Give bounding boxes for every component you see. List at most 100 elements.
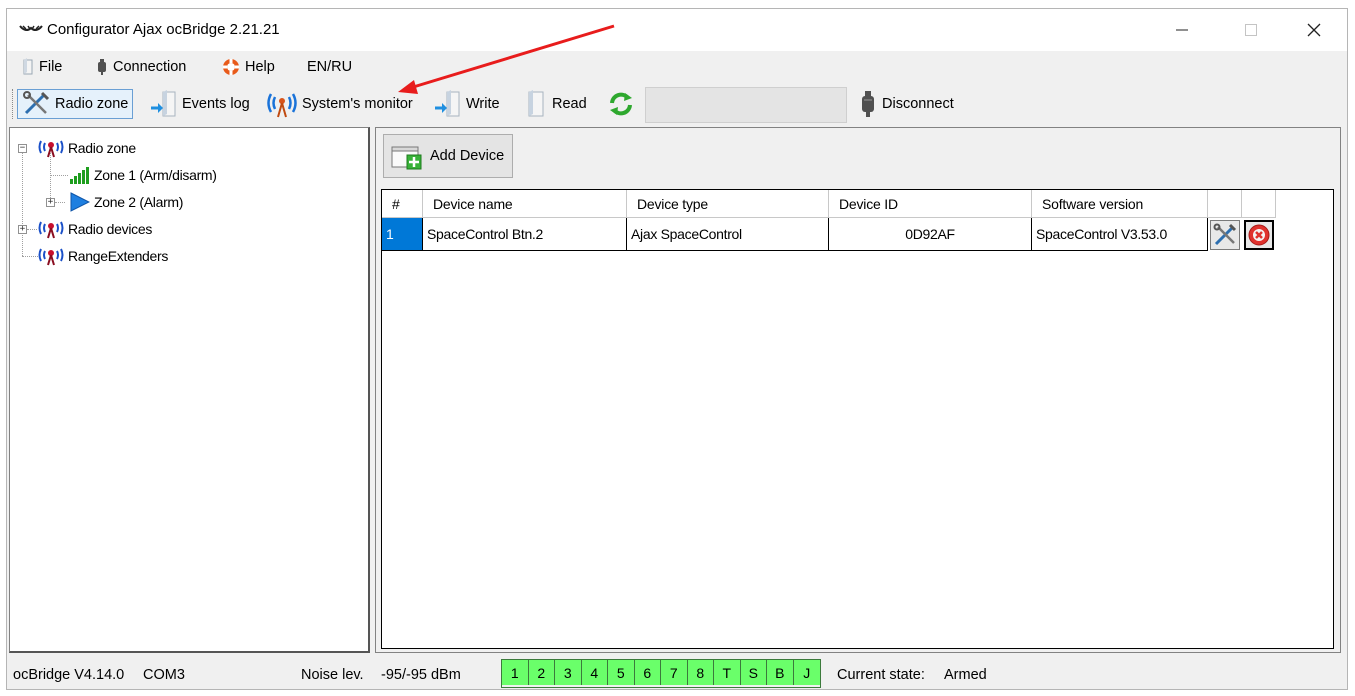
column-header-device-id[interactable]: Device ID: [829, 190, 1032, 218]
tree-node-zone-1[interactable]: Zone 1 (Arm/disarm): [68, 165, 217, 185]
radio-zone-button[interactable]: Radio zone: [17, 89, 134, 119]
bridge-version: ocBridge V4.14.0: [13, 667, 125, 683]
indicator-cell: 4: [581, 660, 608, 685]
signal-bars-icon: [70, 167, 89, 184]
tree-connector: [50, 175, 68, 176]
document-write-icon: [435, 90, 460, 117]
device-tree[interactable]: − Radio zone Zone 1 (Arm/disarm) + Zone …: [9, 127, 370, 653]
column-header-number[interactable]: #: [382, 190, 423, 218]
add-device-label: Add Device: [430, 148, 505, 164]
tree-label: Radio zone: [68, 140, 136, 156]
delete-device-button[interactable]: [1244, 220, 1274, 250]
tree-connector: [27, 229, 37, 230]
add-device-button[interactable]: Add Device: [383, 134, 513, 178]
indicator-cell: S: [740, 660, 767, 685]
expand-toggle[interactable]: +: [46, 198, 55, 207]
disconnect-button[interactable]: Disconnect: [857, 89, 954, 119]
indicator-cell: 7: [661, 660, 688, 685]
maximize-button[interactable]: [1228, 13, 1274, 47]
device-settings-button[interactable]: [1210, 220, 1240, 250]
tree-connector: [22, 149, 23, 256]
indicator-cell: 2: [528, 660, 555, 685]
menu-connection[interactable]: Connection: [95, 57, 186, 77]
plug-icon: [862, 91, 874, 117]
tree-label: Zone 1 (Arm/disarm): [94, 167, 217, 183]
menu-language[interactable]: EN/RU: [307, 57, 352, 77]
systems-monitor-button[interactable]: System's monitor: [265, 89, 413, 119]
app-window: Configurator Ajax ocBridge 2.21.21 File …: [6, 8, 1348, 690]
tree-node-zone-2[interactable]: Zone 2 (Alarm): [68, 192, 183, 212]
close-button[interactable]: [1291, 13, 1337, 47]
document-read-icon: [528, 90, 544, 117]
devices-panel: Add Device # Device name Device type Dev…: [375, 127, 1341, 653]
tree-label: RangeExtenders: [68, 248, 169, 264]
zone-indicators: 1 2 3 4 5 6 7 8 T S B J: [501, 659, 821, 688]
read-label: Read: [552, 96, 587, 112]
tree-connector: [55, 202, 65, 203]
disconnect-label: Disconnect: [882, 96, 954, 112]
refresh-icon: [610, 92, 632, 116]
toolbar-grip[interactable]: [12, 89, 15, 119]
column-header-software-version[interactable]: Software version: [1032, 190, 1208, 218]
table-cell-device-id[interactable]: 0D92AF: [829, 218, 1032, 251]
maximize-icon: [1245, 24, 1257, 36]
collapse-toggle[interactable]: −: [18, 144, 27, 153]
indicator-cell: 6: [634, 660, 661, 685]
play-triangle-icon: [70, 192, 90, 212]
toolbar-status-field: [645, 87, 847, 123]
indicator-cell: T: [714, 660, 741, 685]
indicator-cell: 3: [555, 660, 582, 685]
tree-label: Radio devices: [68, 221, 153, 237]
column-header-device-name[interactable]: Device name: [423, 190, 627, 218]
tools-icon: [1213, 223, 1237, 246]
add-window-icon: [391, 146, 422, 170]
indicator-cell: 5: [608, 660, 635, 685]
column-header-action: [1242, 190, 1276, 218]
delete-icon: [1248, 224, 1270, 246]
tree-label: Zone 2 (Alarm): [94, 194, 184, 210]
events-log-label: Events log: [182, 96, 250, 112]
plug-icon: [98, 59, 106, 75]
menu-help[interactable]: Help: [221, 57, 275, 77]
tree-node-radio-zone[interactable]: Radio zone: [38, 138, 136, 158]
table-cell-software-version[interactable]: SpaceControl V3.53.0: [1032, 218, 1208, 251]
indicator-cell: J: [793, 660, 820, 685]
radio-zone-label: Radio zone: [55, 96, 129, 112]
minimize-button[interactable]: [1159, 13, 1205, 47]
menu-file-label: File: [39, 59, 63, 75]
tree-node-radio-devices[interactable]: Radio devices: [38, 219, 152, 239]
events-log-button[interactable]: Events log: [149, 89, 250, 119]
title-bar: Configurator Ajax ocBridge 2.21.21: [7, 9, 1347, 51]
table-cell-device-type[interactable]: Ajax SpaceControl: [627, 218, 829, 251]
column-header-action: [1208, 190, 1242, 218]
document-import-icon: [151, 90, 176, 117]
refresh-button[interactable]: [607, 89, 635, 119]
indicator-cell: B: [767, 660, 794, 685]
menu-file[interactable]: File: [21, 57, 62, 77]
radio-devices-icon: [38, 221, 64, 239]
state-value: Armed: [944, 667, 987, 683]
minimize-icon: [1176, 29, 1188, 31]
menu-bar: File Connection Help EN/RU: [7, 51, 1347, 81]
antenna-icon: [267, 93, 297, 118]
lifebuoy-icon: [223, 59, 239, 75]
systems-monitor-label: System's monitor: [302, 96, 413, 112]
table-cell-number[interactable]: 1: [382, 218, 423, 251]
tree-connector: [50, 153, 51, 202]
file-icon: [23, 58, 33, 75]
tools-icon: [23, 91, 50, 115]
com-port: COM3: [143, 667, 185, 683]
write-label: Write: [466, 96, 500, 112]
read-button[interactable]: Read: [523, 89, 587, 119]
menu-language-label: EN/RU: [307, 59, 353, 75]
column-header-device-type[interactable]: Device type: [627, 190, 829, 218]
table-cell-device-name[interactable]: SpaceControl Btn.2: [423, 218, 627, 251]
app-logo-icon: [19, 25, 43, 32]
menu-connection-label: Connection: [113, 59, 187, 75]
tree-connector: [22, 256, 38, 257]
window-title: Configurator Ajax ocBridge 2.21.21: [47, 21, 280, 38]
write-button[interactable]: Write: [433, 89, 500, 119]
devices-table: # Device name Device type Device ID Soft…: [381, 189, 1334, 649]
expand-toggle[interactable]: +: [18, 225, 27, 234]
tree-node-range-extenders[interactable]: RangeExtenders: [38, 246, 168, 266]
